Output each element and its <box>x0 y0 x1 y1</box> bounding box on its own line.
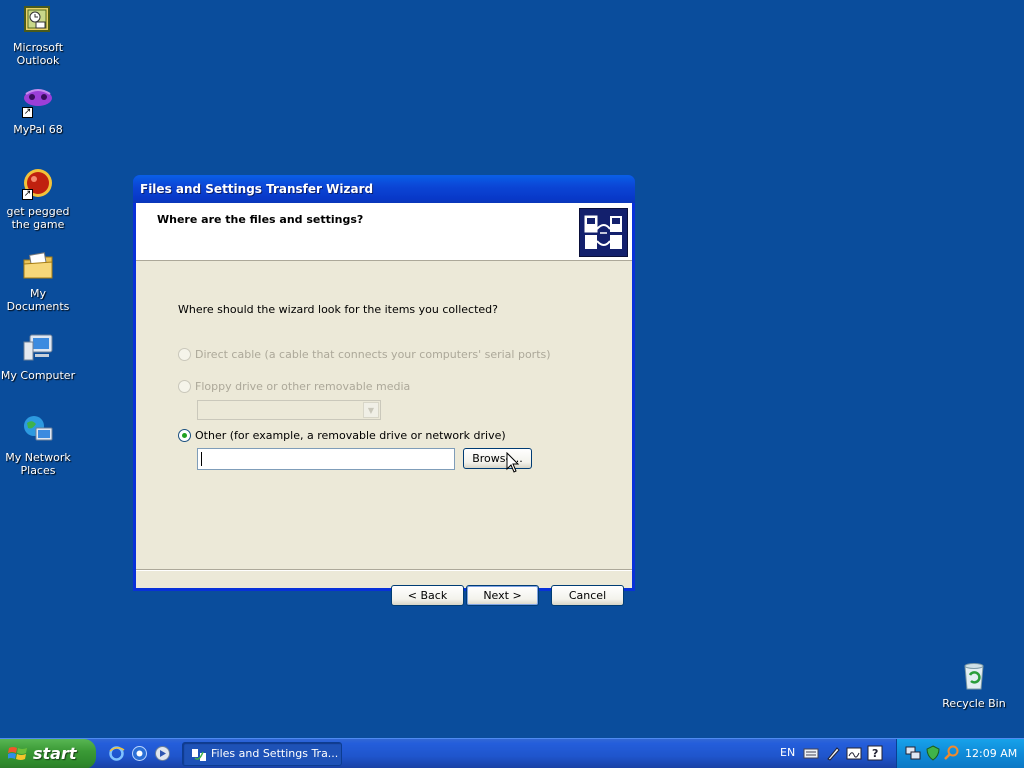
desktop-icon-network-places[interactable]: My Network Places <box>0 414 76 477</box>
desktop-icon-label: MyPal 68 <box>13 123 63 136</box>
shortcut-arrow-icon: ↗ <box>22 189 33 200</box>
desktop-icon-label: My Documents <box>6 287 70 313</box>
desktop-icon-outlook[interactable]: Microsoft Outlook <box>0 4 76 67</box>
option-direct-cable: Direct cable (a cable that connects your… <box>178 347 551 361</box>
taskbar: start Files and Settings Tra... EN ? 12:… <box>0 738 1024 768</box>
help-icon[interactable]: ? <box>867 745 883 761</box>
my-documents-icon <box>22 250 54 282</box>
windows-logo-icon <box>8 747 27 760</box>
desktop-icon-label: Microsoft Outlook <box>12 41 64 67</box>
option-label: Floppy drive or other removable media <box>195 379 411 393</box>
keyboard-icon[interactable] <box>803 745 819 761</box>
desktop-icon-my-computer[interactable]: My Computer <box>0 332 76 382</box>
shortcut-arrow-icon: ↗ <box>22 107 33 118</box>
next-button[interactable]: Next > <box>466 585 539 606</box>
handwriting-icon[interactable] <box>846 745 862 761</box>
chevron-down-icon: ▼ <box>363 402 379 418</box>
pegged-game-icon: ↗ <box>22 168 54 200</box>
browse-button[interactable]: Browse... <box>463 448 532 469</box>
desktop-icon-mypal[interactable]: ↗ MyPal 68 <box>0 86 76 136</box>
wizard-window: Files and Settings Transfer Wizard Where… <box>133 175 635 606</box>
radio-other[interactable] <box>178 428 191 442</box>
desktop-icon-label: get pegged the game <box>6 205 70 231</box>
radio-direct-cable <box>178 347 191 361</box>
wizard-step-title: Where are the files and settings? <box>157 213 364 226</box>
taskbar-button-label: Files and Settings Tra... <box>211 747 339 760</box>
media-player-icon[interactable] <box>154 745 171 762</box>
back-button[interactable]: < Back <box>391 585 464 606</box>
window-title[interactable]: Files and Settings Transfer Wizard <box>133 175 635 203</box>
desktop-icon-recycle-bin[interactable]: Recycle Bin <box>936 660 1012 710</box>
svg-text:?: ? <box>872 747 878 760</box>
outlook-icon <box>22 4 54 36</box>
wizard-header: Where are the files and settings? <box>136 203 632 261</box>
start-button[interactable]: start <box>0 739 96 768</box>
text-caret <box>201 452 202 466</box>
desktop-icon-pegged[interactable]: ↗ get pegged the game <box>0 168 76 231</box>
desktop-icon-label: My Computer <box>0 369 76 382</box>
cancel-button[interactable]: Cancel <box>551 585 624 606</box>
option-floppy-drive: Floppy drive or other removable media <box>178 379 410 393</box>
security-shield-icon[interactable] <box>925 745 941 761</box>
option-label: Direct cable (a cable that connects your… <box>195 347 551 361</box>
option-label[interactable]: Other (for example, a removable drive or… <box>195 429 506 442</box>
taskbar-button-transfer-wizard[interactable]: Files and Settings Tra... <box>182 742 342 766</box>
desktop-icon-label: My Network Places <box>5 451 71 477</box>
desktop-icon-label: Recycle Bin <box>942 697 1006 710</box>
system-clock[interactable]: 12:09 AM <box>965 747 1017 760</box>
recycle-bin-icon <box>958 660 990 692</box>
wizard-question: Where should the wizard look for the ite… <box>178 303 498 316</box>
start-label: start <box>33 744 77 763</box>
wizard-client-area: Where are the files and settings? Where … <box>136 203 632 606</box>
outlook-express-icon[interactable] <box>131 745 148 762</box>
pen-icon[interactable] <box>825 745 841 761</box>
language-indicator[interactable]: EN <box>780 746 795 759</box>
mouse-cursor-icon <box>506 452 520 473</box>
removable-media-dropdown: ▼ <box>197 400 381 420</box>
search-icon[interactable] <box>944 745 960 761</box>
transfer-wizard-icon <box>579 208 628 257</box>
option-other[interactable]: Other (for example, a removable drive or… <box>178 428 506 442</box>
transfer-wizard-small-icon <box>192 749 206 761</box>
network-connection-icon[interactable] <box>905 745 921 761</box>
internet-explorer-icon[interactable] <box>108 745 125 762</box>
mypal-icon: ↗ <box>22 86 54 118</box>
desktop-icon-my-documents[interactable]: My Documents <box>0 250 76 313</box>
my-computer-icon <box>22 332 54 364</box>
radio-floppy-drive <box>178 379 191 393</box>
folder-path-input[interactable] <box>197 448 455 470</box>
network-places-icon <box>22 414 54 446</box>
footer-separator <box>136 569 632 571</box>
